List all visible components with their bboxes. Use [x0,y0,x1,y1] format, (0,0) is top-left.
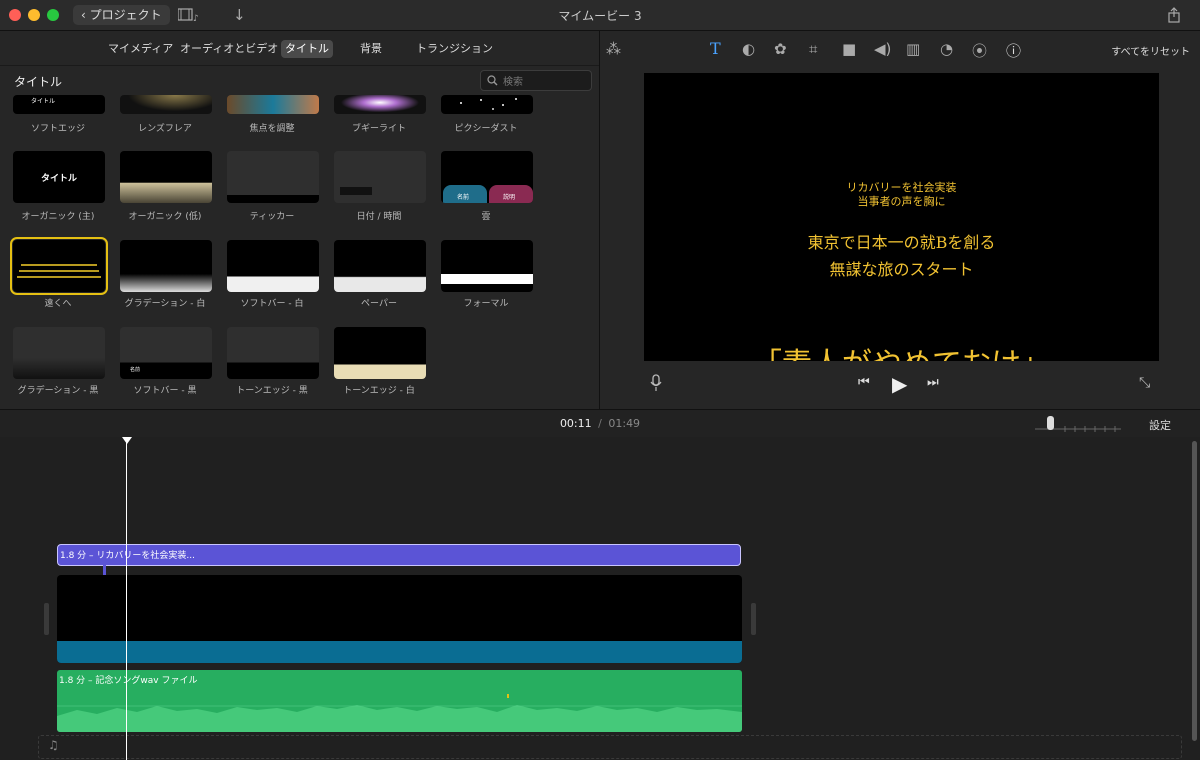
title-tile-organic-low[interactable] [120,151,212,203]
title-tile-gradient-white[interactable] [120,240,212,292]
title-tile-focus[interactable] [227,95,319,114]
video-clip-audio-strip [57,641,742,663]
magic-wand-icon[interactable]: ⁂ [606,40,621,58]
tab-titles[interactable]: タイトル [281,40,333,58]
overlay-line-3: 東京で日本一の就Bを創る [807,233,996,252]
tab-my-media[interactable]: マイメディア [104,40,177,58]
current-time: 00:11 [559,417,592,430]
tab-audio-video[interactable]: オーディオとビデオ [176,40,282,58]
clip-trim-handle-right[interactable] [751,603,756,635]
clip-trim-handle-left[interactable] [44,603,49,635]
title-tile-soft-edge[interactable]: タイトル [13,95,105,114]
equalizer-icon[interactable]: ▥ [906,40,920,58]
browser-tabs: マイメディア オーディオとビデオ タイトル 背景 トランジション [0,31,599,66]
color-balance-icon[interactable]: ◐ [742,40,755,58]
title-bar: ‹ プロジェクト ♪ ↓ マイムービー 3 [0,0,1200,31]
video-preview: リカバリーを社会実装 当事者の声を胸に 東京で日本一の就Bを創る 無謀な旅のスタ… [644,73,1159,361]
viewer: ⁂ T ◐ ✿ ⌗ ■ ◀) ▥ ◔ ⦿ ⓘ すべてをリセット リカバリーを社会… [600,31,1200,409]
window-title: マイムービー 3 [558,9,642,23]
title-tile-ticker[interactable] [227,151,319,203]
overlay-line-4: 無謀な旅のスタート [829,260,974,279]
tab-transitions[interactable]: トランジション [412,40,497,58]
tile-label: ピクシーダスト [454,124,518,134]
video-clip[interactable] [57,575,742,663]
timeline: 1.8 分 – リカバリーを社会実装... 1.8 分 – 記念ソングwav フ… [0,437,1200,760]
play-icon[interactable]: ▶ [892,372,907,396]
zoom-slider-knob[interactable] [1047,416,1054,430]
title-tile-far-far-away[interactable] [10,237,108,295]
title-tile-paper[interactable] [334,240,426,292]
section-title: タイトル [14,75,63,89]
background-music-lane[interactable]: ♫ [38,735,1182,759]
title-tile-soft-bar-black[interactable]: 名前 [120,327,212,379]
title-tile-organic-main[interactable]: タイトル [13,151,105,203]
title-tile-soft-bar-white[interactable] [227,240,319,292]
title-tile-clouds[interactable]: 名前 説明 [441,151,533,203]
skip-back-icon[interactable]: ⏮ [858,375,870,390]
title-tile-tone-edge-white[interactable] [334,327,426,379]
tile-label: トーンエッジ - 白 [343,386,415,396]
title-tile-formal[interactable] [441,240,533,292]
tile-label: 雲 [481,212,491,222]
playhead-handle[interactable] [122,437,132,444]
text-icon[interactable]: T [710,39,721,58]
vertical-scrollbar[interactable] [1192,437,1198,760]
reset-all-button[interactable]: すべてをリセット [1111,43,1190,58]
music-note-icon: ♫ [48,738,59,752]
audio-waveform [57,694,742,732]
search-input[interactable]: 検索 [480,70,592,91]
playhead[interactable] [126,437,127,760]
title-clip[interactable]: 1.8 分 – リカバリーを社会実装... [57,544,741,566]
crop-icon[interactable]: ⌗ [809,40,817,58]
search-icon [487,75,498,86]
palette-icon[interactable]: ✿ [774,40,787,58]
title-tile-gradient-black[interactable] [13,327,105,379]
microphone-icon[interactable] [650,374,662,396]
camera-icon[interactable]: ■ [842,40,856,58]
title-tile-boogie-light[interactable] [334,95,426,114]
share-icon[interactable] [1167,7,1181,27]
tile-label: フォーマル [463,299,509,309]
media-browser: マイメディア オーディオとビデオ タイトル 背景 トランジション タイトル 検索… [0,31,600,409]
skip-forward-icon[interactable]: ⏭ [927,375,939,390]
overlay-line-2: 当事者の声を胸に [857,195,946,208]
speed-icon[interactable]: ◔ [940,40,953,58]
time-separator: / [598,417,602,430]
info-icon[interactable]: ⓘ [1006,40,1021,61]
title-tile-pixie-dust[interactable] [441,95,533,114]
viewer-toolbar: ⁂ T ◐ ✿ ⌗ ■ ◀) ▥ ◔ ⦿ ⓘ すべてをリセット [600,31,1200,67]
title-tile-tone-edge-black[interactable] [227,327,319,379]
title-tile-date-time[interactable] [334,151,426,203]
tab-backgrounds[interactable]: 背景 [356,40,386,58]
timeline-header: 00:11 / 01:49 設定 [0,409,1200,439]
audio-clip[interactable]: 1.8 分 – 記念ソングwav ファイル [57,670,742,732]
total-time: 01:49 [608,417,641,430]
volume-icon[interactable]: ◀) [874,40,891,58]
filter-icon[interactable]: ⦿ [972,40,987,61]
fullscreen-icon[interactable]: ⤡ [1139,375,1150,391]
title-tile-lens-flare[interactable] [120,95,212,114]
overlay-line-5: 「素人がやめておけ」 [644,339,1159,361]
settings-button[interactable]: 設定 [1149,417,1171,433]
